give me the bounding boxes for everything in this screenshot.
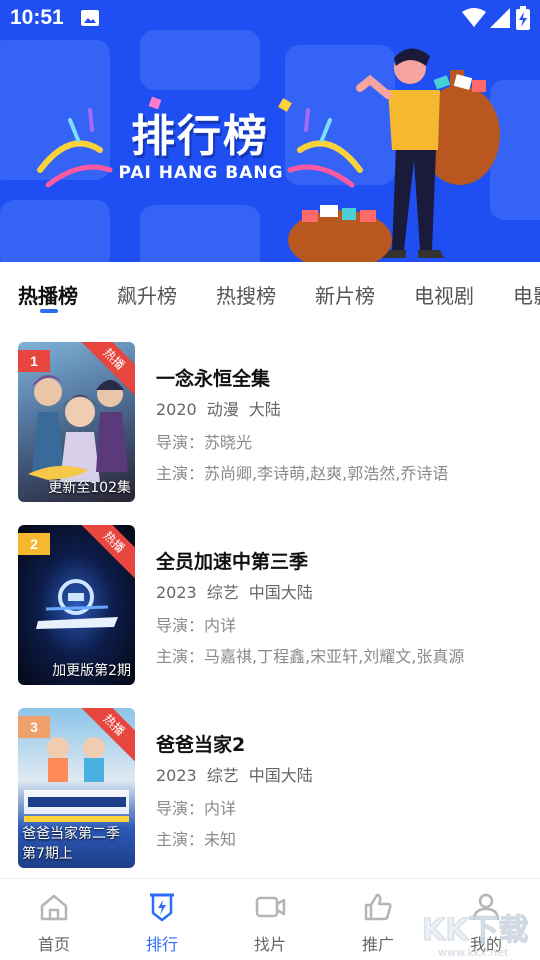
ranking-list-item[interactable]: 1 热播 更新至102集 一念永恒全集 2020 动漫 大陆 导演：苏晓光 主演：苏… bbox=[0, 342, 540, 506]
ranking-banner: 排行榜 PAI HANG BANG bbox=[0, 0, 540, 262]
item-title[interactable]: 一念永恒全集 bbox=[156, 364, 270, 391]
nav-find-videos-label: 找片 bbox=[253, 935, 286, 954]
episode-caption: 更新至102集 bbox=[48, 480, 131, 496]
item-year: 2023 bbox=[156, 583, 197, 602]
rank-badge: 1 bbox=[18, 350, 50, 372]
video-camera-icon bbox=[255, 896, 286, 918]
nav-find-videos[interactable]: 找片 bbox=[230, 879, 310, 960]
poster-image[interactable]: 2 热播 加更版第2期 bbox=[18, 525, 135, 685]
ranking-list-item[interactable]: 3 热播 爸爸当家第二季第7期上 爸爸当家2 2023 综艺 中国大陆 导演：内详 … bbox=[0, 708, 540, 872]
episode-caption: 爸爸当家第二季第7期上 bbox=[22, 826, 120, 862]
person-illustration bbox=[288, 48, 500, 262]
item-title[interactable]: 爸爸当家2 bbox=[156, 730, 245, 757]
tab-tv-series[interactable]: 电视剧 bbox=[414, 280, 474, 309]
item-meta: 2020 动漫 大陆 bbox=[156, 396, 291, 420]
poster-image[interactable]: 3 热播 爸爸当家第二季第7期上 bbox=[18, 708, 135, 868]
nav-ranking-label: 排行 bbox=[145, 935, 178, 954]
item-region: 中国大陆 bbox=[248, 766, 313, 785]
kkx-watermark-logo: KK下载 www.kkx.net bbox=[422, 913, 530, 960]
thumbs-up-icon bbox=[364, 893, 392, 921]
item-title[interactable]: 全员加速中第三季 bbox=[156, 547, 308, 574]
active-tab-indicator bbox=[40, 309, 58, 313]
battery-charging-icon bbox=[516, 6, 530, 30]
home-icon bbox=[40, 894, 68, 921]
item-year: 2020 bbox=[156, 400, 197, 419]
item-genre: 动漫 bbox=[206, 400, 239, 419]
nav-ranking[interactable]: 排行 bbox=[122, 879, 202, 960]
item-director: 导演：内详 bbox=[156, 616, 237, 635]
item-cast: 主演：苏尚卿,李诗萌,赵爽,郭浩然,乔诗语 bbox=[156, 464, 449, 483]
nav-promote[interactable]: 推广 bbox=[338, 879, 418, 960]
item-cast: 主演：未知 bbox=[156, 830, 237, 849]
item-region: 中国大陆 bbox=[248, 583, 313, 602]
svg-text:KK下载: KK下载 bbox=[422, 913, 529, 948]
item-director: 导演：苏晓光 bbox=[156, 433, 253, 452]
banner-title: 排行榜 bbox=[131, 111, 269, 162]
item-genre: 综艺 bbox=[206, 583, 239, 602]
item-meta: 2023 综艺 中国大陆 bbox=[156, 762, 323, 786]
tab-hot-play[interactable]: 热播榜 bbox=[18, 280, 78, 309]
status-time: 10:51 bbox=[10, 6, 64, 29]
gallery-notification-icon bbox=[81, 10, 99, 26]
ranking-tabs: 热播榜 飙升榜 热搜榜 新片榜 电视剧 电影 bbox=[0, 262, 540, 320]
ranking-list-item[interactable]: 2 热播 加更版第2期 全员加速中第三季 2023 综艺 中国大陆 导演：内详 主演… bbox=[0, 525, 540, 689]
svg-text:www.kkx.net: www.kkx.net bbox=[438, 946, 509, 959]
tab-movies[interactable]: 电影 bbox=[513, 280, 540, 309]
wifi-icon bbox=[462, 8, 486, 27]
item-cast: 主演：马嘉祺,丁程鑫,宋亚轩,刘耀文,张真源 bbox=[156, 647, 465, 666]
nav-promote-label: 推广 bbox=[361, 935, 394, 954]
episode-caption: 加更版第2期 bbox=[52, 663, 131, 679]
ranking-icon bbox=[150, 893, 174, 922]
nav-home[interactable]: 首页 bbox=[14, 879, 94, 960]
poster-image[interactable]: 1 热播 更新至102集 bbox=[18, 342, 135, 502]
item-genre: 综艺 bbox=[206, 766, 239, 785]
tab-rising[interactable]: 飙升榜 bbox=[117, 280, 177, 309]
item-meta: 2023 综艺 中国大陆 bbox=[156, 579, 323, 603]
tab-new-releases[interactable]: 新片榜 bbox=[315, 280, 375, 309]
signal-icon bbox=[490, 8, 510, 28]
tab-hot-search[interactable]: 热搜榜 bbox=[216, 280, 276, 309]
banner-subtitle: PAI HANG BANG bbox=[118, 163, 284, 183]
rank-badge: 2 bbox=[18, 533, 50, 555]
nav-home-label: 首页 bbox=[37, 935, 70, 954]
item-year: 2023 bbox=[156, 766, 197, 785]
status-bar: 10:51 bbox=[0, 0, 540, 36]
rank-badge: 3 bbox=[18, 716, 50, 738]
item-region: 大陆 bbox=[248, 400, 281, 419]
item-director: 导演：内详 bbox=[156, 799, 237, 818]
